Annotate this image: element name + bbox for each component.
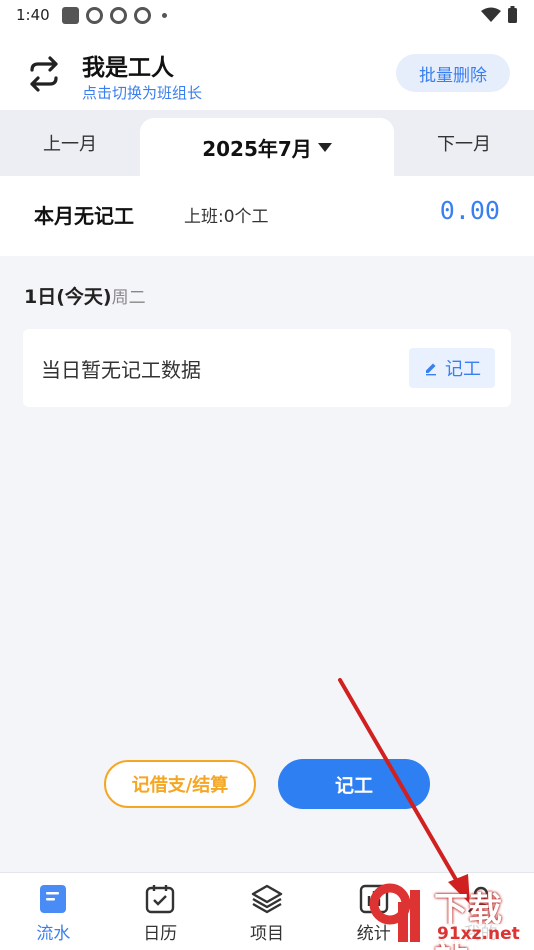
watermark: 下载站 91xz.net <box>366 880 534 950</box>
watermark-url: 91xz.net <box>434 924 523 944</box>
tab-calendar[interactable]: 日历 <box>107 873 214 950</box>
status-bar: 1:40 <box>0 0 534 30</box>
battery-icon <box>508 6 517 23</box>
tab-calendar-label: 日历 <box>143 924 178 944</box>
loan-settle-button[interactable]: 记借支/结算 <box>104 760 256 808</box>
record-work-button[interactable]: 记工 <box>278 759 430 809</box>
pencil-icon <box>426 363 436 376</box>
switch-role-icon[interactable] <box>24 54 64 94</box>
layers-icon <box>251 884 283 914</box>
next-month-button[interactable]: 下一月 <box>394 110 534 176</box>
calendar-icon <box>145 885 175 914</box>
day-card: 当日暂无记工数据 记工 <box>23 329 511 407</box>
batch-delete-button[interactable]: 批量删除 <box>396 54 510 92</box>
app-notification-icon <box>109 6 127 24</box>
day-record-label: 记工 <box>445 359 481 380</box>
header: 我是工人 点击切换为班组长 批量删除 <box>0 30 534 110</box>
prev-month-button[interactable]: 上一月 <box>0 110 140 176</box>
month-summary: 本月无记工 上班:0个工 0.00 <box>0 176 534 256</box>
wifi-icon <box>481 7 501 22</box>
day-date: 1日(今天) <box>24 286 112 308</box>
summary-amount: 0.00 <box>439 196 500 225</box>
note-icon <box>40 885 67 913</box>
more-notifications-icon <box>161 12 167 18</box>
current-month-label: 2025年7月 <box>202 136 312 161</box>
empty-day-text: 当日暂无记工数据 <box>41 358 201 382</box>
tab-flow[interactable]: 流水 <box>0 873 107 950</box>
role-title: 我是工人 <box>82 55 174 81</box>
caret-down-icon <box>317 142 332 152</box>
current-month-picker[interactable]: 2025年7月 <box>140 118 394 176</box>
notification-icon <box>61 6 79 24</box>
status-time: 1:40 <box>16 6 50 24</box>
day-record-button[interactable]: 记工 <box>409 348 495 388</box>
tab-project-label: 项目 <box>249 924 284 944</box>
summary-work-count: 上班:0个工 <box>184 207 269 227</box>
tab-project[interactable]: 项目 <box>214 873 321 950</box>
month-selector: 上一月 2025年7月 下一月 <box>0 110 534 176</box>
day-weekday: 周二 <box>111 288 146 308</box>
watermark-logo-icon <box>369 883 420 942</box>
app-notification-icon <box>85 6 103 24</box>
day-header: 1日(今天)周二 <box>24 282 146 309</box>
summary-label: 本月无记工 <box>34 204 134 228</box>
tab-flow-label: 流水 <box>36 924 71 944</box>
app-notification-icon <box>133 6 151 24</box>
switch-role-link[interactable]: 点击切换为班组长 <box>82 82 202 103</box>
